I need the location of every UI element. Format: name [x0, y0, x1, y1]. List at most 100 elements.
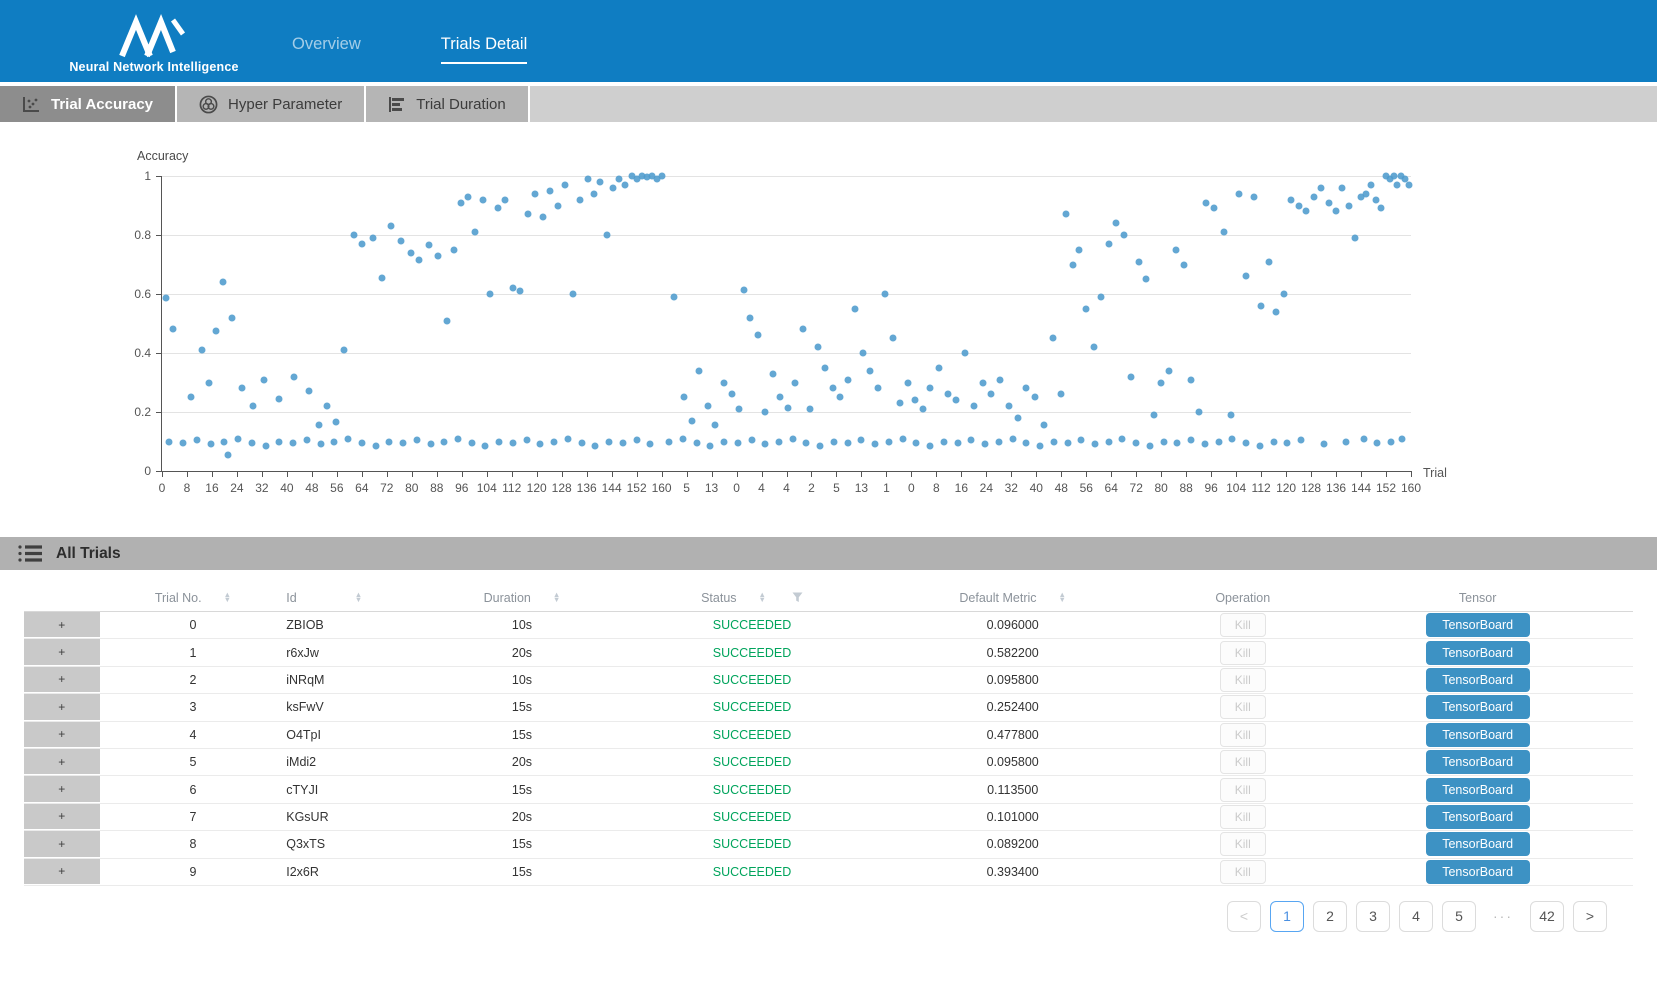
page-button-5[interactable]: 5	[1442, 901, 1476, 932]
col-header-id[interactable]: Id▲▼	[286, 584, 402, 611]
x-tick-label: 64	[1105, 481, 1118, 495]
scatter-point	[1023, 385, 1030, 392]
scatter-point	[762, 441, 769, 448]
kill-button[interactable]: Kill	[1220, 668, 1266, 692]
y-axis-tick	[156, 412, 162, 413]
scatter-point	[193, 437, 200, 444]
scatter-point	[1014, 414, 1021, 421]
scatter-point	[198, 347, 205, 354]
page-button-2[interactable]: 2	[1313, 901, 1347, 932]
kill-button[interactable]: Kill	[1220, 860, 1266, 884]
x-tick-label: 0	[159, 481, 166, 495]
scatter-point	[979, 379, 986, 386]
filter-icon[interactable]	[792, 592, 803, 603]
table-cell: TensorBoard	[1322, 859, 1633, 885]
page-next-button[interactable]: >	[1573, 901, 1607, 932]
column-label: Tensor	[1459, 591, 1497, 605]
col-header-duration[interactable]: Duration▲▼	[402, 584, 642, 611]
sort-icon[interactable]: ▲▼	[355, 593, 362, 602]
tensorboard-button[interactable]: TensorBoard	[1426, 832, 1530, 856]
brand-text: Neural Network Intelligence	[69, 60, 238, 74]
page-button-4[interactable]: 4	[1399, 901, 1433, 932]
scatter-point	[1394, 181, 1401, 188]
scatter-point	[1388, 438, 1395, 445]
tensorboard-button[interactable]: TensorBoard	[1426, 805, 1530, 829]
sort-icon[interactable]: ▲▼	[224, 593, 231, 602]
kill-button[interactable]: Kill	[1220, 613, 1266, 637]
scatter-point	[290, 439, 297, 446]
trial-no-cell: 0	[100, 612, 287, 638]
tensorboard-button[interactable]: TensorBoard	[1426, 695, 1530, 719]
expand-button[interactable]: +	[24, 749, 100, 775]
expand-button[interactable]: +	[24, 694, 100, 720]
tensorboard-button[interactable]: TensorBoard	[1426, 723, 1530, 747]
col-header-status[interactable]: Status▲▼	[642, 584, 862, 611]
scatter-point	[784, 404, 791, 411]
scatter-point	[1160, 438, 1167, 445]
expand-button[interactable]: +	[24, 831, 100, 857]
tab-hyper-parameter[interactable]: Hyper Parameter	[177, 86, 366, 122]
sort-icon[interactable]: ▲▼	[1059, 593, 1066, 602]
tensorboard-button[interactable]: TensorBoard	[1426, 750, 1530, 774]
x-tick-label: 48	[305, 481, 318, 495]
scatter-point	[1188, 376, 1195, 383]
table-cell: TensorBoard	[1322, 667, 1633, 693]
scatter-point	[509, 439, 516, 446]
scatter-point	[1119, 435, 1126, 442]
nav-overview[interactable]: Overview	[292, 35, 361, 64]
x-tick-label: 40	[280, 481, 293, 495]
kill-button[interactable]: Kill	[1220, 832, 1266, 856]
tensorboard-button[interactable]: TensorBoard	[1426, 860, 1530, 884]
x-tick-label: 80	[405, 481, 418, 495]
kill-button[interactable]: Kill	[1220, 805, 1266, 829]
page-button-1[interactable]: 1	[1270, 901, 1304, 932]
scatter-point	[704, 403, 711, 410]
scatter-point	[1235, 190, 1242, 197]
tab-trial-duration[interactable]: Trial Duration	[366, 86, 529, 122]
trial-no-cell: 8	[100, 831, 287, 857]
expand-button[interactable]: +	[24, 804, 100, 830]
sort-icon[interactable]: ▲▼	[553, 593, 560, 602]
scatter-point	[416, 257, 423, 264]
nav-trials-detail[interactable]: Trials Detail	[441, 35, 528, 64]
tensorboard-button[interactable]: TensorBoard	[1426, 668, 1530, 692]
expand-button[interactable]: +	[24, 667, 100, 693]
kill-button[interactable]: Kill	[1220, 695, 1266, 719]
expand-button[interactable]: +	[24, 639, 100, 665]
scatter-point	[1150, 411, 1157, 418]
tab-trial-accuracy[interactable]: Trial Accuracy	[0, 86, 177, 122]
kill-button[interactable]: Kill	[1220, 750, 1266, 774]
x-axis-tick	[1036, 471, 1037, 477]
sort-icon[interactable]: ▲▼	[759, 593, 766, 602]
tensorboard-button[interactable]: TensorBoard	[1426, 778, 1530, 802]
y-tick-label: 0.6	[134, 287, 151, 301]
scatter-point	[1374, 439, 1381, 446]
page-button-3[interactable]: 3	[1356, 901, 1390, 932]
kill-button[interactable]: Kill	[1220, 641, 1266, 665]
kill-button[interactable]: Kill	[1220, 723, 1266, 747]
scatter-point	[844, 376, 851, 383]
scatter-point	[1339, 184, 1346, 191]
expand-button[interactable]: +	[24, 776, 100, 802]
x-tick-label: 112	[502, 481, 521, 495]
table-row: +2iNRqM10sSUCCEEDED0.095800KillTensorBoa…	[24, 667, 1633, 694]
x-axis-tick	[1361, 471, 1362, 477]
scatter-point	[789, 435, 796, 442]
scatter-point	[238, 385, 245, 392]
expand-button[interactable]: +	[24, 612, 100, 638]
page-prev-button[interactable]: <	[1227, 901, 1261, 932]
col-header-trial-no[interactable]: Trial No.▲▼	[100, 584, 287, 611]
tensorboard-button[interactable]: TensorBoard	[1426, 613, 1530, 637]
all-trials-title: All Trials	[56, 545, 121, 563]
scatter-point	[1040, 422, 1047, 429]
kill-button[interactable]: Kill	[1220, 778, 1266, 802]
x-tick-label: 2	[808, 481, 815, 495]
expand-button[interactable]: +	[24, 722, 100, 748]
scatter-point	[435, 252, 442, 259]
expand-button[interactable]: +	[24, 859, 100, 885]
tensorboard-button[interactable]: TensorBoard	[1426, 641, 1530, 665]
scatter-point	[387, 223, 394, 230]
page-button-42[interactable]: 42	[1530, 901, 1564, 932]
scatter-point	[1210, 205, 1217, 212]
col-header-default-metric[interactable]: Default Metric▲▼	[862, 584, 1163, 611]
